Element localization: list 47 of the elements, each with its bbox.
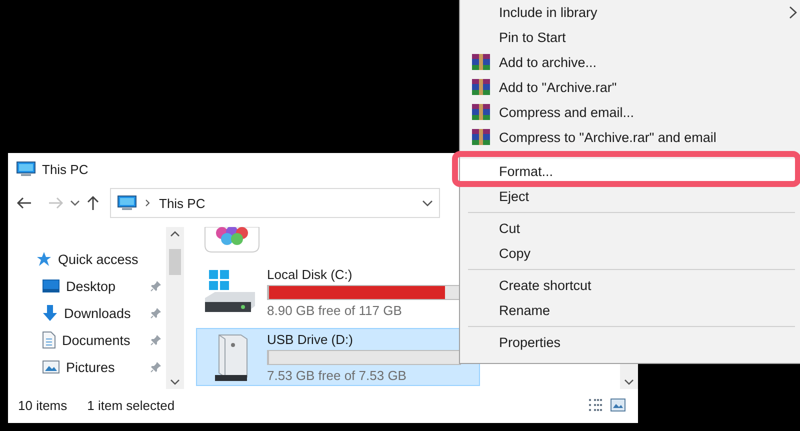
menu-item[interactable]: Pin to Start <box>460 25 800 50</box>
scrollbar[interactable] <box>166 227 184 389</box>
pin-icon[interactable] <box>150 307 162 319</box>
pin-icon[interactable] <box>150 334 162 346</box>
selection-count: 1 item selected <box>87 398 175 412</box>
sidebar-item[interactable]: Documents <box>36 330 150 350</box>
menu-item[interactable]: Compress and email... <box>460 100 800 125</box>
item-count: 10 items <box>18 398 68 412</box>
sidebar-item[interactable]: Quick access <box>36 249 150 269</box>
drive-name: Local Disk (C:) <box>267 266 354 282</box>
computer-icon <box>16 161 36 177</box>
details-view-icon[interactable] <box>588 398 604 412</box>
window-title: This PC <box>42 162 88 176</box>
drive-name: USB Drive (D:) <box>267 332 354 346</box>
pin-icon[interactable] <box>150 280 162 292</box>
scroll-down-icon[interactable] <box>624 379 634 385</box>
menu-item[interactable]: Copy <box>460 241 800 266</box>
chevron-down-icon[interactable] <box>70 200 80 206</box>
menu-item[interactable]: Compress to "Archive.rar" and email <box>460 125 800 150</box>
menu-item[interactable]: Add to archive... <box>460 50 800 75</box>
large-icons-view-icon[interactable] <box>610 398 626 412</box>
sidebar-item[interactable]: Desktop <box>36 276 150 296</box>
document-icon <box>42 331 56 349</box>
scroll-down-icon[interactable] <box>170 379 180 385</box>
desktop-icon <box>42 279 60 293</box>
pin-icon[interactable] <box>150 361 162 373</box>
sidebar-item[interactable]: Downloads <box>36 303 150 323</box>
menu-item[interactable]: Include in library <box>460 0 800 25</box>
menu-item[interactable]: Add to "Archive.rar" <box>460 75 800 100</box>
app-icon[interactable] <box>204 227 260 253</box>
chevron-right-icon <box>145 199 151 207</box>
menu-item[interactable]: Cut <box>460 216 800 241</box>
scroll-thumb[interactable] <box>169 249 181 275</box>
up-arrow-icon[interactable] <box>86 195 100 211</box>
chevron-down-icon[interactable] <box>422 200 433 206</box>
scroll-up-icon[interactable] <box>170 231 180 237</box>
drive-tile[interactable]: USB Drive (D:) 7.53 GB free of 7.53 GB <box>196 328 480 386</box>
star-icon <box>36 251 52 267</box>
menu-item[interactable]: Eject <box>460 184 800 209</box>
back-arrow-icon[interactable] <box>16 196 32 210</box>
download-icon <box>42 304 58 322</box>
computer-icon <box>117 195 137 211</box>
pictures-icon <box>42 360 60 374</box>
address-bar[interactable]: This PC <box>110 188 440 218</box>
sidebar-item[interactable]: Pictures <box>36 357 150 377</box>
drive-free-space: 8.90 GB free of 117 GB <box>267 302 403 318</box>
drive-free-space: 7.53 GB free of 7.53 GB <box>267 368 408 382</box>
